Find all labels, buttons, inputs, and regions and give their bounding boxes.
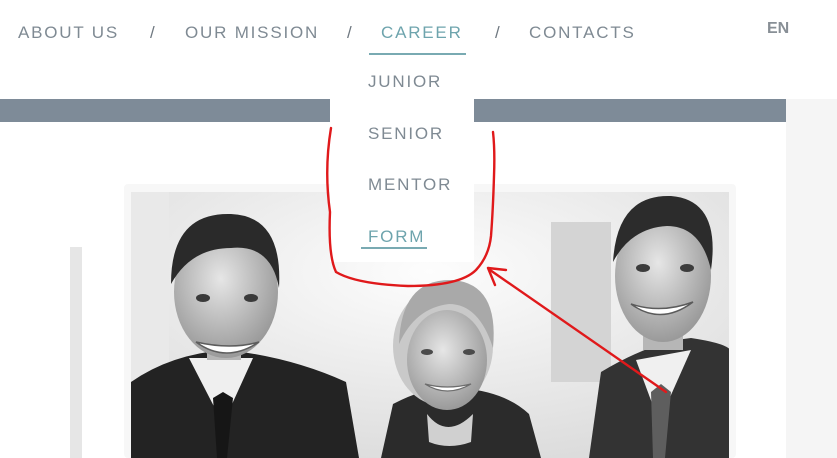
dropdown-item-mentor[interactable]: MENTOR (368, 175, 452, 195)
career-dropdown-menu: JUNIOR SENIOR MENTOR FORM (330, 60, 474, 262)
nav-career[interactable]: CAREER (381, 23, 463, 43)
dropdown-active-underline (361, 247, 427, 249)
nav-our-mission[interactable]: OUR MISSION (185, 23, 319, 43)
left-sidebar-bar (70, 247, 82, 458)
dropdown-item-junior[interactable]: JUNIOR (368, 72, 442, 92)
nav-contacts[interactable]: CONTACTS (529, 23, 636, 43)
dropdown-item-form[interactable]: FORM (368, 227, 425, 247)
nav-separator: / (495, 23, 500, 42)
right-rail (786, 99, 837, 458)
nav-active-underline (369, 53, 466, 55)
nav-separator: / (150, 23, 155, 42)
dropdown-item-senior[interactable]: SENIOR (368, 124, 444, 144)
nav-about-us[interactable]: ABOUT US (18, 23, 119, 43)
language-switcher[interactable]: EN (767, 20, 789, 38)
nav-separator: / (347, 23, 352, 42)
